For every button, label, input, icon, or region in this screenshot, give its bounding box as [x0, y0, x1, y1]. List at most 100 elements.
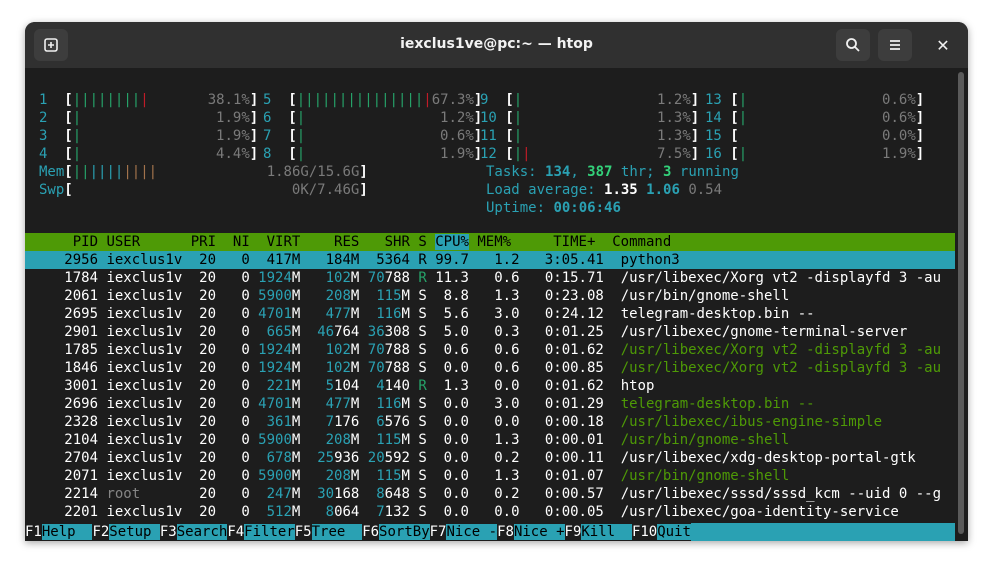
process-row[interactable]: 2061 iexclus1v 20 0 5900M 208M 115M S 8.…	[39, 287, 789, 305]
process-pri: 20	[182, 468, 217, 484]
process-pri: 20	[182, 342, 217, 358]
column-mem[interactable]: MEM%	[469, 234, 511, 250]
process-state: S	[409, 306, 427, 322]
cpu-meter: 3 [| 1.9%]	[39, 128, 259, 144]
process-res: 102M	[300, 360, 360, 376]
column-cpu[interactable]: CPU%	[435, 234, 469, 250]
process-command: /usr/bin/gnome-shell	[603, 288, 790, 304]
fkey-f10[interactable]: F10Quit	[632, 523, 691, 541]
process-virt: 417M	[249, 252, 301, 268]
column-pid[interactable]: PID	[39, 234, 98, 250]
process-cpu: 0.0	[426, 486, 469, 502]
process-virt: 5900M	[249, 468, 301, 484]
process-user: iexclus1v	[98, 252, 183, 268]
fkey-f2[interactable]: F2Setup	[92, 523, 160, 541]
swap-meter: Swp[ 0K/7.46G]	[39, 182, 368, 198]
process-row[interactable]: 2704 iexclus1v 20 0 678M 25936 20592 S 0…	[39, 449, 916, 467]
process-shr: 115M	[359, 288, 410, 304]
cpu-meter: 1 [||||||||| 38.1%]	[39, 92, 259, 108]
column-user[interactable]: USER	[98, 234, 182, 250]
process-ni: 0	[216, 360, 250, 376]
process-cpu: 0.0	[426, 432, 469, 448]
cpu-bar: |	[296, 128, 306, 144]
process-virt: 5900M	[249, 432, 301, 448]
cpu-percent: 1.2%	[657, 92, 691, 108]
column-shr[interactable]: SHR	[359, 234, 410, 250]
fkey-f7[interactable]: F7Nice -	[430, 523, 498, 541]
column-time[interactable]: TIME+	[511, 234, 595, 250]
cpu-number: 1	[39, 92, 65, 108]
fkey-f5[interactable]: F5Tree	[295, 523, 363, 541]
cpu-bar: |	[513, 92, 523, 108]
fkey-f4[interactable]: F4Filter	[227, 523, 295, 541]
cpu-percent: 1.3%	[657, 110, 691, 126]
search-button[interactable]	[836, 29, 870, 61]
process-pri: 20	[182, 378, 217, 394]
column-s[interactable]: S	[410, 234, 426, 250]
column-res[interactable]: RES	[300, 234, 359, 250]
fkey-f9[interactable]: F9Kill	[565, 523, 632, 541]
column-command[interactable]: Command	[595, 234, 671, 250]
htop-terminal[interactable]: 1 [||||||||| 38.1%] 2 [| 1.9%] 3 [| 1.9%] 4…	[25, 68, 968, 541]
process-command: telegram-desktop.bin --	[603, 396, 815, 412]
close-button[interactable]: ✕	[926, 29, 960, 61]
column-ni[interactable]: NI	[216, 234, 250, 250]
process-mem: 0.2	[468, 450, 520, 466]
process-cpu: 5.0	[426, 324, 469, 340]
process-time: 0:00.85	[519, 360, 604, 376]
process-row[interactable]: 2901 iexclus1v 20 0 665M 46764 36308 S 5…	[39, 323, 907, 341]
cpu-percent: 38.1%	[207, 92, 250, 108]
process-user: iexclus1v	[98, 360, 183, 376]
process-pri: 20	[182, 324, 217, 340]
fkey-f3[interactable]: F3Search	[160, 523, 228, 541]
cpu-number: 10	[480, 110, 506, 126]
column-header[interactable]: PID USER PRI NI VIRT RES SHR S CPU% MEM%…	[39, 233, 671, 251]
uptime-label: Uptime:	[486, 200, 554, 216]
process-row[interactable]: 2956 iexclus1v 20 0 417M 184M 5364 R 99.…	[39, 251, 679, 269]
cpu-meter: 8 [| 1.9%]	[263, 146, 483, 162]
process-state: S	[409, 486, 427, 502]
fkey-key: F10	[631, 524, 658, 540]
process-row[interactable]: 2104 iexclus1v 20 0 5900M 208M 115M S 0.…	[39, 431, 789, 449]
cpu-number: 2	[39, 110, 65, 126]
process-pri: 20	[182, 414, 217, 430]
process-row[interactable]: 3001 iexclus1v 20 0 221M 5104 4140 R 1.3…	[39, 377, 654, 395]
fkey-label: Nice +	[513, 524, 565, 540]
process-state: S	[409, 360, 427, 376]
fkey-f8[interactable]: F8Nice +	[497, 523, 565, 541]
process-row[interactable]: 2201 iexclus1v 20 0 512M 8064 7132 S 0.0…	[39, 503, 899, 521]
process-pid: 2201	[39, 504, 99, 520]
process-cpu: 8.8	[426, 288, 469, 304]
process-command: /usr/libexec/Xorg vt2 -displayfd 3 -au	[603, 360, 941, 376]
process-row[interactable]: 2695 iexclus1v 20 0 4701M 477M 116M S 5.…	[39, 305, 814, 323]
process-row[interactable]: 1784 iexclus1v 20 0 1924M 102M 70788 R 1…	[39, 269, 941, 287]
process-row[interactable]: 2696 iexclus1v 20 0 4701M 477M 116M S 0.…	[39, 395, 815, 413]
process-row[interactable]: 2328 iexclus1v 20 0 361M 7176 6576 S 0.0…	[39, 413, 882, 431]
process-pid: 1784	[39, 270, 99, 286]
process-user: iexclus1v	[98, 432, 183, 448]
cpu-meter: 5 [||||||||||||||||67.3%]	[263, 92, 483, 108]
process-cpu: 0.0	[426, 396, 469, 412]
process-mem: 0.6	[468, 342, 520, 358]
process-state: S	[409, 288, 427, 304]
process-row[interactable]: 1846 iexclus1v 20 0 1924M 102M 70788 S 0…	[39, 359, 941, 377]
process-row[interactable]: 2071 iexclus1v 20 0 5900M 208M 115M S 0.…	[39, 467, 789, 485]
process-row[interactable]: 2214 root 20 0 247M 30168 8648 S 0.0 0.2…	[39, 485, 941, 503]
cpu-meter: 4 [| 4.4%]	[39, 146, 259, 162]
process-shr: 70788	[359, 270, 410, 286]
process-virt: 1924M	[249, 360, 301, 376]
menu-button[interactable]	[878, 29, 912, 61]
column-pri[interactable]: PRI	[182, 234, 216, 250]
process-ni: 0	[216, 270, 250, 286]
process-command: /usr/libexec/xdg-desktop-portal-gtk	[603, 450, 916, 466]
fkey-key: F1	[25, 524, 42, 540]
column-virt[interactable]: VIRT	[250, 234, 301, 250]
fkey-f6[interactable]: F6SortBy	[362, 523, 430, 541]
fkey-f1[interactable]: F1Help	[25, 523, 93, 541]
process-row[interactable]: 1785 iexclus1v 20 0 1924M 102M 70788 S 0…	[39, 341, 941, 359]
scrollbar[interactable]	[958, 72, 964, 534]
process-shr: 70788	[359, 360, 410, 376]
process-time: 0:01.29	[519, 396, 604, 412]
process-mem: 0.0	[468, 378, 520, 394]
process-virt: 512M	[249, 504, 301, 520]
